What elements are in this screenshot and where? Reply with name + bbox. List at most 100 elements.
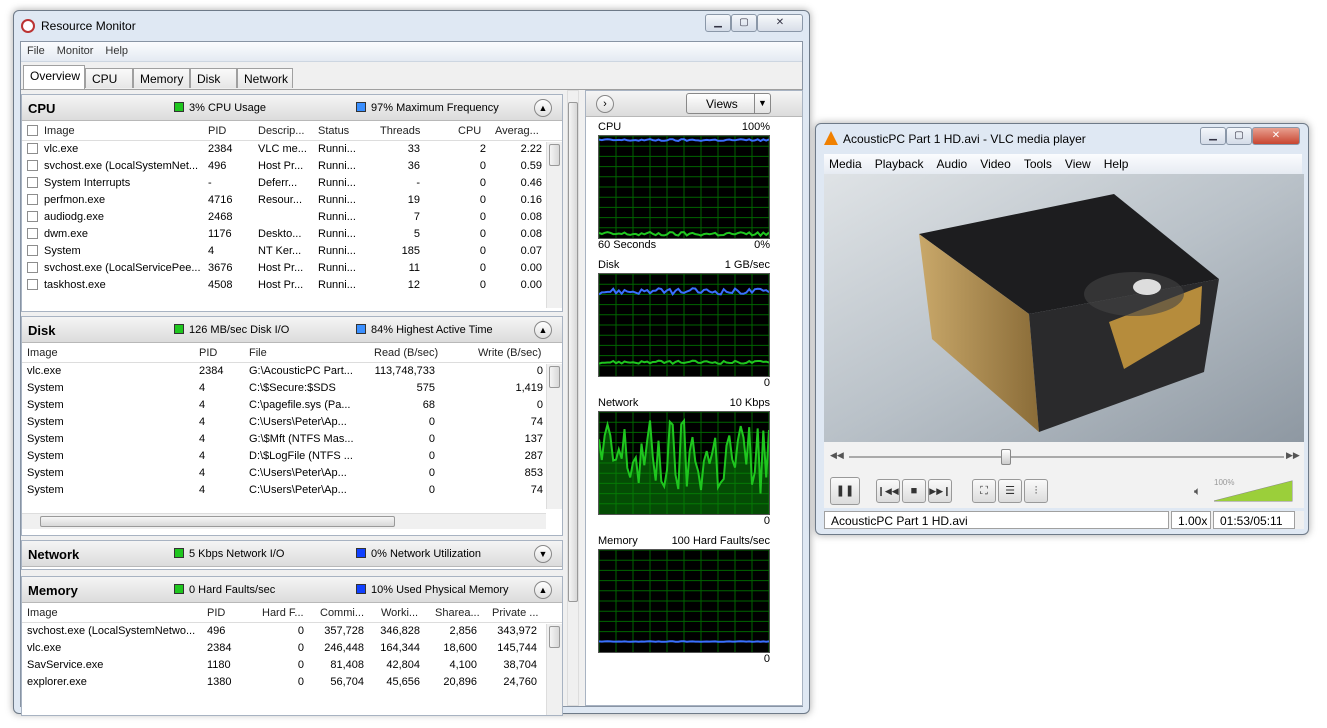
collapse-chevron-icon[interactable]: ▲	[534, 99, 552, 117]
title-bar[interactable]: Resource Monitor ▁ ▢ ✕	[14, 11, 809, 41]
table-row[interactable]: perfmon.exe 4716 Resour... Runni... 19 0 0.16	[22, 192, 562, 209]
table-row[interactable]: System 4 NT Ker... Runni... 185 0 0.07	[22, 243, 562, 260]
close-button[interactable]: ✕	[757, 14, 803, 32]
col-pid[interactable]: PID	[208, 125, 226, 137]
menu-playback[interactable]: Playback	[870, 154, 929, 174]
menu-audio[interactable]: Audio	[932, 154, 973, 174]
table-row[interactable]: svchost.exe (LocalSystemNetwo... 496 0 357,…	[22, 623, 562, 640]
menu-help[interactable]: Help	[99, 42, 134, 60]
pause-icon[interactable]: ❚❚	[830, 477, 860, 505]
table-row[interactable]: dwm.exe 1176 Deskto... Runni... 5 0 0.08	[22, 226, 562, 243]
col-threads[interactable]: Threads	[380, 125, 420, 137]
seek-handle[interactable]	[1000, 449, 1011, 465]
menu-video[interactable]: Video	[975, 154, 1015, 174]
table-row[interactable]: System 4 C:\Users\Peter\Ap... 0 853	[22, 465, 562, 482]
row-checkbox[interactable]	[27, 160, 38, 171]
seek-back-icon[interactable]: ◀◀	[830, 450, 844, 461]
col-private[interactable]: Private ...	[492, 607, 538, 619]
playback-speed[interactable]: 1.00x	[1171, 511, 1211, 529]
table-row[interactable]: vlc.exe 2384 0 246,448 164,344 18,600 145,744	[22, 640, 562, 657]
col-hard-faults[interactable]: Hard F...	[262, 607, 304, 619]
menu-file[interactable]: File	[21, 42, 51, 60]
views-dropdown[interactable]: Views ▼	[686, 93, 771, 114]
col-pid[interactable]: PID	[199, 347, 217, 359]
col-cpu[interactable]: CPU	[458, 125, 481, 137]
collapse-chevron-icon[interactable]: ▲	[534, 321, 552, 339]
table-row[interactable]: vlc.exe 2384 VLC me... Runni... 33 2 2.22	[22, 141, 562, 158]
vlc-minimize-button[interactable]: ▁	[1200, 127, 1226, 145]
col-file[interactable]: File	[249, 347, 267, 359]
next-icon[interactable]: ▶▶❙	[928, 479, 952, 503]
menu-view[interactable]: View	[1060, 154, 1096, 174]
seek-slider[interactable]	[849, 456, 1284, 458]
elapsed-total-time[interactable]: 01:53/05:11	[1213, 511, 1295, 529]
maximize-button[interactable]: ▢	[731, 14, 757, 32]
vlc-close-button[interactable]: ✕	[1252, 127, 1300, 145]
select-all-checkbox[interactable]	[27, 125, 38, 136]
memory-scrollbar[interactable]	[546, 624, 562, 715]
table-row[interactable]: System 4 C:\pagefile.sys (Pa... 68 0	[22, 397, 562, 414]
video-frame[interactable]	[824, 174, 1304, 442]
table-row[interactable]: svchost.exe (LocalServicePee... 3676 Host …	[22, 260, 562, 277]
menu-help[interactable]: Help	[1099, 154, 1134, 174]
tab-cpu[interactable]: CPU	[85, 68, 133, 88]
table-row[interactable]: explorer.exe 1380 0 56,704 45,656 20,896 24,76…	[22, 674, 562, 691]
stop-icon[interactable]: ■	[902, 479, 926, 503]
disk-scrollbar[interactable]	[546, 364, 562, 509]
seek-forward-icon[interactable]: ▶▶	[1286, 450, 1300, 461]
table-row[interactable]: SavService.exe 1180 0 81,408 42,804 4,100 38,7…	[22, 657, 562, 674]
minimize-button[interactable]: ▁	[705, 14, 731, 32]
table-row[interactable]: System 4 C:\Users\Peter\Ap... 0 74	[22, 414, 562, 431]
pane-splitter[interactable]	[566, 90, 580, 706]
menu-monitor[interactable]: Monitor	[51, 42, 100, 60]
playlist-icon[interactable]: ☰	[998, 479, 1022, 503]
table-row[interactable]: svchost.exe (LocalSystemNet... 496 Host Pr…	[22, 158, 562, 175]
network-section-header[interactable]: Network 5 Kbps Network I/O 0% Network Ut…	[22, 541, 562, 567]
menu-media[interactable]: Media	[824, 154, 867, 174]
menu-tools[interactable]: Tools	[1019, 154, 1057, 174]
row-checkbox[interactable]	[27, 211, 38, 222]
fullscreen-icon[interactable]: ⛶	[972, 479, 996, 503]
memory-section-header[interactable]: Memory 0 Hard Faults/sec 10% Used Physic…	[22, 577, 562, 603]
table-row[interactable]: System Interrupts - Deferr... Runni... - 0 0.4…	[22, 175, 562, 192]
col-image[interactable]: Image	[44, 125, 75, 137]
tab-overview[interactable]: Overview	[23, 65, 85, 89]
cpu-section-header[interactable]: CPU 3% CPU Usage 97% Maximum Frequency ▲	[22, 95, 562, 121]
row-checkbox[interactable]	[27, 279, 38, 290]
row-checkbox[interactable]	[27, 245, 38, 256]
speaker-icon[interactable]: 🔈︎	[1194, 484, 1201, 499]
table-row[interactable]: System 4 G:\$Mft (NTFS Mas... 0 137	[22, 431, 562, 448]
collapse-chevron-icon[interactable]: ▲	[534, 581, 552, 599]
collapse-graphs-chevron-icon[interactable]: ›	[596, 95, 614, 113]
tab-memory[interactable]: Memory	[133, 68, 190, 88]
expand-chevron-icon[interactable]: ▼	[534, 545, 552, 563]
tab-network[interactable]: Network	[237, 68, 293, 88]
col-write[interactable]: Write (B/sec)	[478, 347, 541, 359]
row-checkbox[interactable]	[27, 194, 38, 205]
vlc-title-bar[interactable]: AcousticPC Part 1 HD.avi - VLC media pla…	[816, 124, 1308, 154]
row-checkbox[interactable]	[27, 228, 38, 239]
col-image[interactable]: Image	[27, 347, 58, 359]
table-row[interactable]: audiodg.exe 2468 Runni... 7 0 0.08	[22, 209, 562, 226]
row-checkbox[interactable]	[27, 143, 38, 154]
col-pid[interactable]: PID	[207, 607, 225, 619]
extended-settings-icon[interactable]: ⫶	[1024, 479, 1048, 503]
col-average[interactable]: Averag...	[495, 125, 539, 137]
disk-horizontal-scrollbar[interactable]	[22, 513, 546, 529]
col-working[interactable]: Worki...	[381, 607, 418, 619]
col-image[interactable]: Image	[27, 607, 58, 619]
tab-disk[interactable]: Disk	[190, 68, 237, 88]
table-row[interactable]: System 4 C:\$Secure:$SDS 575 1,419	[22, 380, 562, 397]
table-row[interactable]: taskhost.exe 4508 Host Pr... Runni... 12 0 0.0…	[22, 277, 562, 294]
row-checkbox[interactable]	[27, 177, 38, 188]
volume-slider[interactable]	[1214, 480, 1294, 502]
col-status[interactable]: Status	[318, 125, 349, 137]
row-checkbox[interactable]	[27, 262, 38, 273]
col-description[interactable]: Descrip...	[258, 125, 304, 137]
cpu-scrollbar[interactable]	[546, 142, 562, 308]
col-commit[interactable]: Commi...	[320, 607, 364, 619]
col-read[interactable]: Read (B/sec)	[374, 347, 438, 359]
previous-icon[interactable]: ❙◀◀	[876, 479, 900, 503]
vlc-maximize-button[interactable]: ▢	[1226, 127, 1252, 145]
table-row[interactable]: vlc.exe 2384 G:\AcousticPC Part... 113,748,…	[22, 363, 562, 380]
